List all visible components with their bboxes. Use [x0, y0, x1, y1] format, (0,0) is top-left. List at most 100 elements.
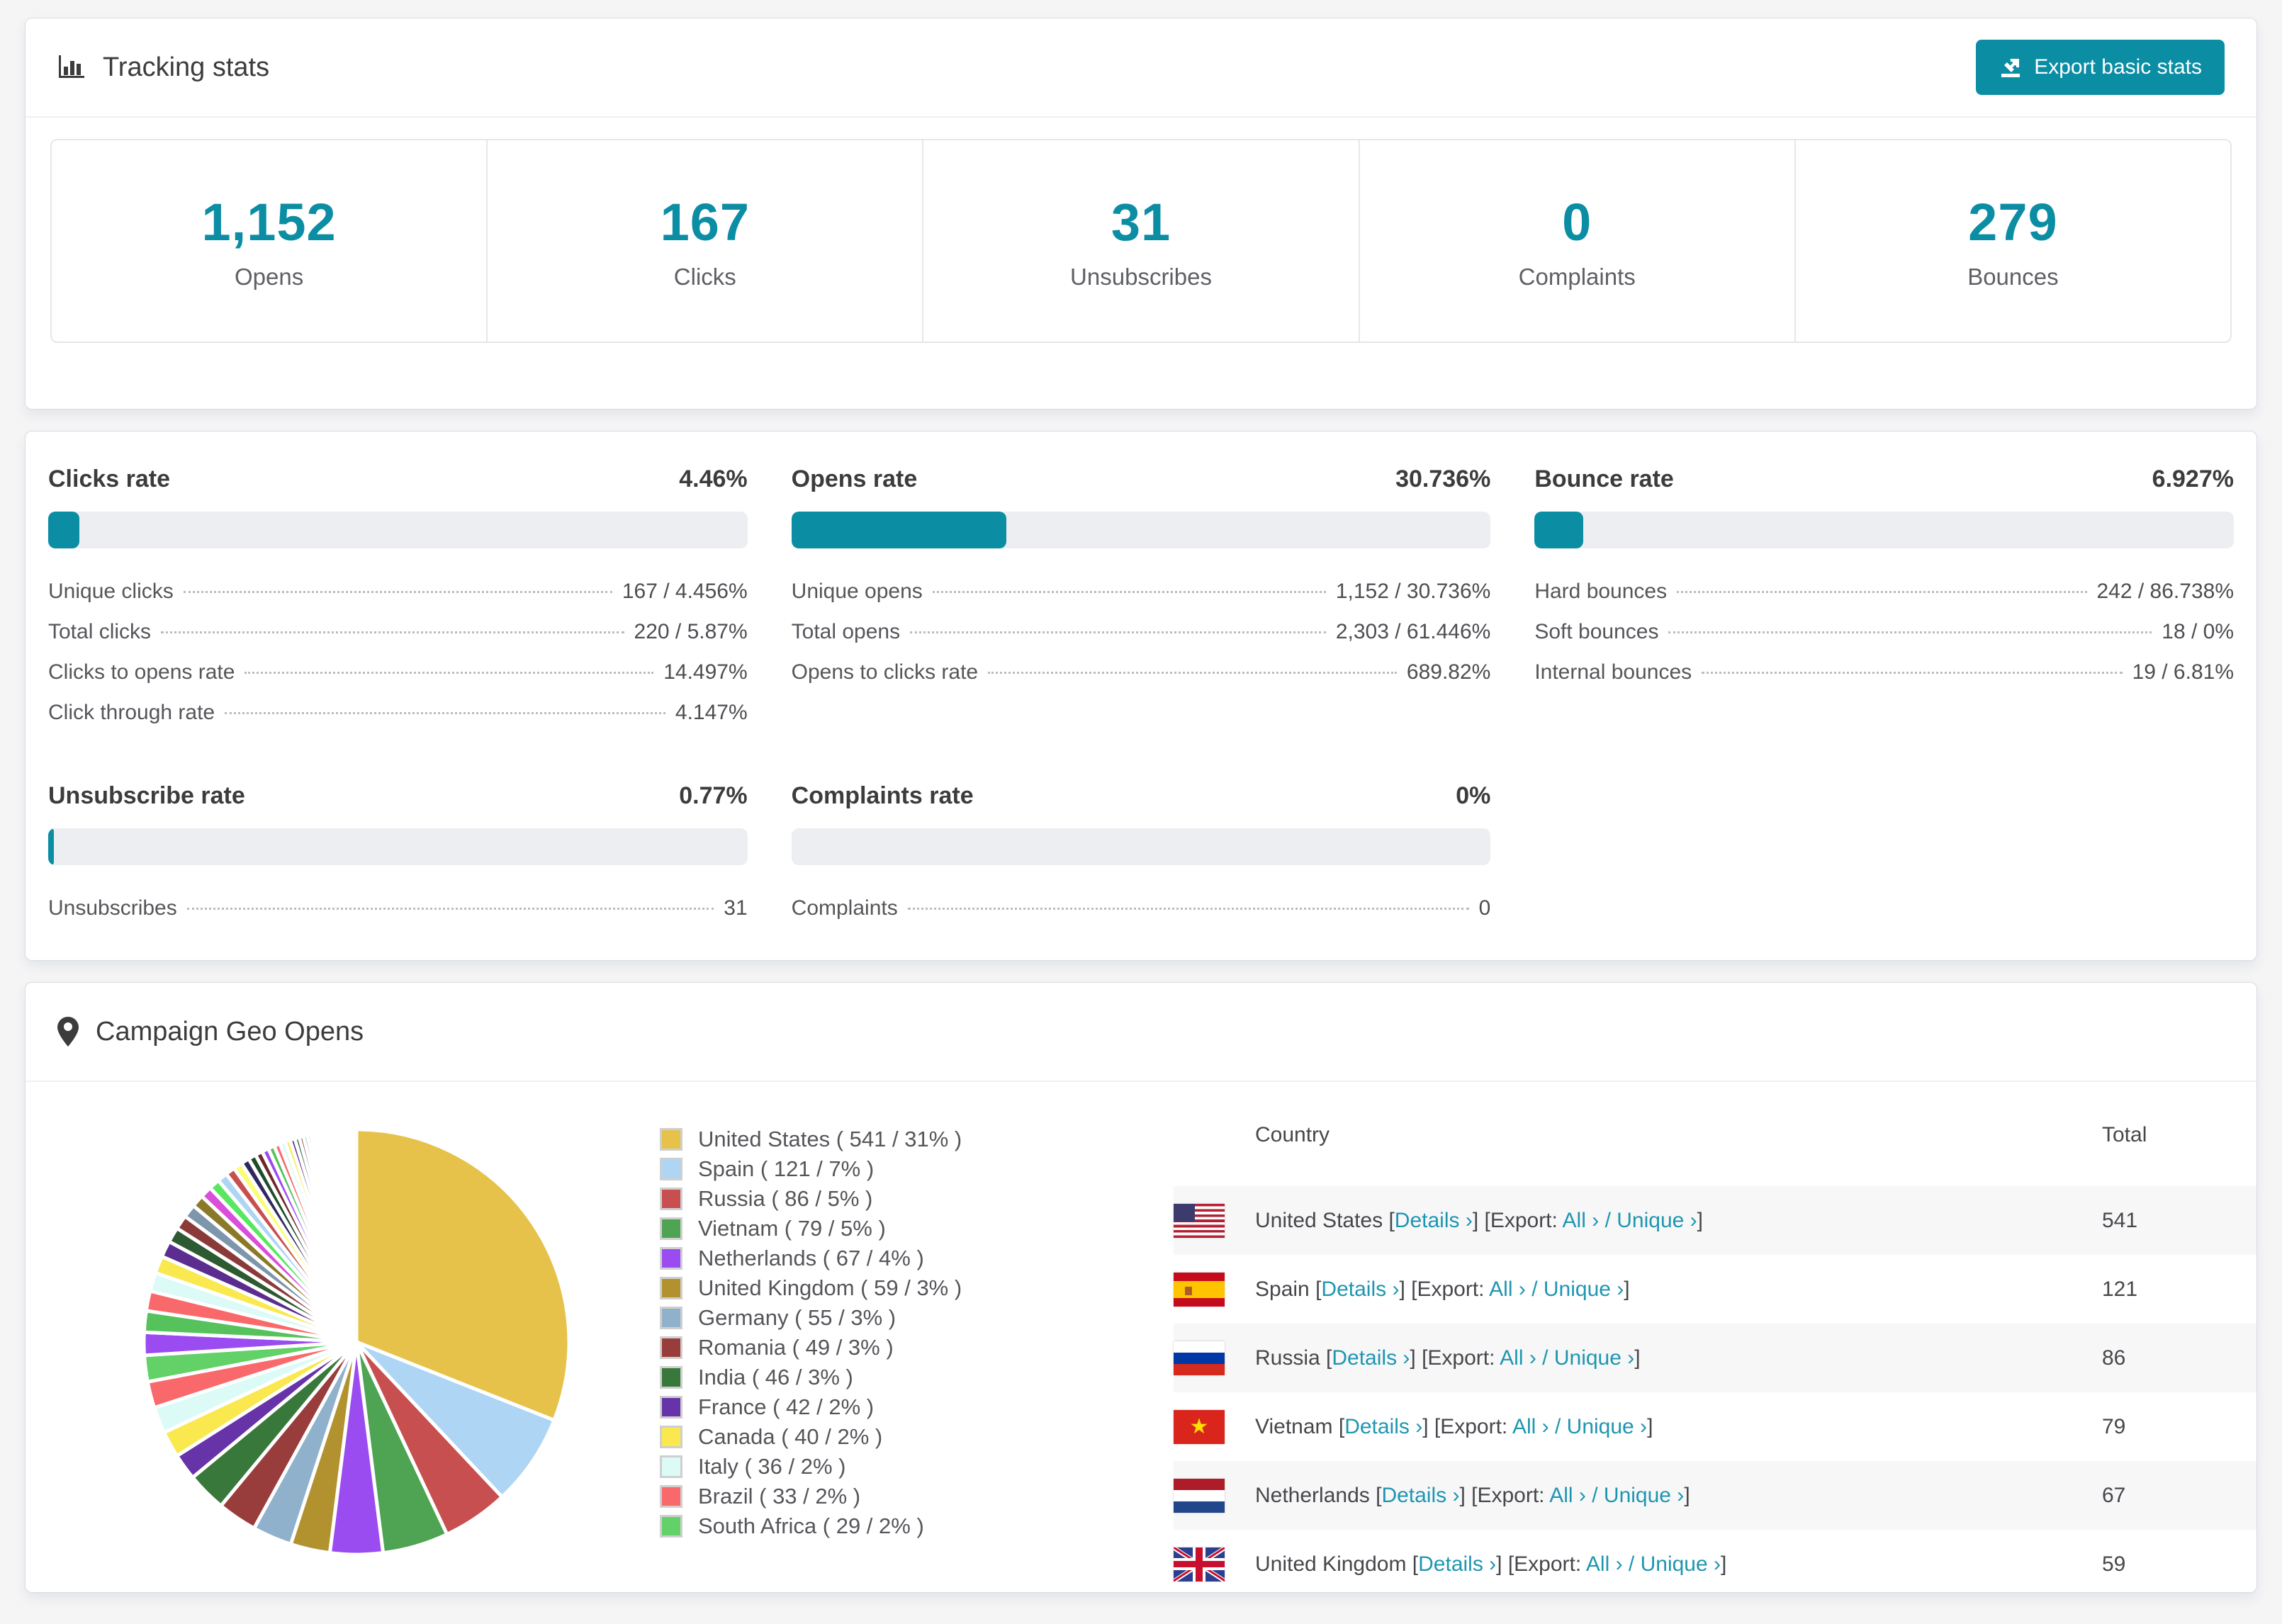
legend-swatch: [660, 1188, 682, 1210]
export-unique-link[interactable]: Unique ›: [1544, 1278, 1624, 1301]
geo-table-row-united-states: United States [Details ›] [Export: All ›…: [1174, 1186, 2256, 1255]
export-unique-link[interactable]: Unique ›: [1567, 1415, 1647, 1438]
legend-item[interactable]: United States ( 541 / 31% ): [660, 1124, 962, 1154]
stat-value: 31: [1111, 192, 1171, 252]
legend-label: Russia ( 86 / 5% ): [698, 1186, 873, 1211]
details-link[interactable]: Details ›: [1418, 1552, 1496, 1576]
stat-box-bounces: 279 Bounces: [1796, 140, 2230, 342]
legend-item[interactable]: Spain ( 121 / 7% ): [660, 1154, 962, 1184]
rate-title: Complaints rate: [791, 782, 974, 809]
dotted-leader: [988, 672, 1397, 674]
stat-box-unsubscribes: 31 Unsubscribes: [923, 140, 1360, 342]
export-unique-link[interactable]: Unique ›: [1641, 1552, 1721, 1576]
rate-block-unsubscribe-rate: Unsubscribe rate 0.77% Unsubscribes 31: [48, 782, 748, 937]
legend-item[interactable]: France ( 42 / 2% ): [660, 1392, 962, 1422]
export-unique-link[interactable]: Unique ›: [1554, 1346, 1634, 1370]
stat-label: Opens: [234, 263, 304, 290]
tracking-stats-title: Tracking stats: [57, 52, 269, 83]
rate-detail-label: Total clicks: [48, 620, 152, 643]
stat-value: 1,152: [201, 192, 337, 252]
stat-label: Bounces: [1967, 263, 2059, 290]
rate-progress-track: [791, 512, 1491, 548]
country-cell: Netherlands [Details ›] [Export: All › /…: [1255, 1483, 1690, 1507]
legend-item[interactable]: Vietnam ( 79 / 5% ): [660, 1214, 962, 1244]
details-link[interactable]: Details ›: [1395, 1209, 1473, 1232]
dotted-leader: [910, 631, 1326, 633]
stat-box-opens: 1,152 Opens: [52, 140, 488, 342]
rates-card: Clicks rate 4.46% Unique clicks 167 / 4.456…: [25, 431, 2257, 961]
geo-table-row-russia: Russia [Details ›] [Export: All › / Uniq…: [1174, 1324, 2256, 1392]
total-cell: 59: [2102, 1552, 2126, 1576]
details-link[interactable]: Details ›: [1332, 1346, 1410, 1370]
export-icon: [2001, 59, 2020, 77]
details-link[interactable]: Details ›: [1321, 1278, 1399, 1301]
legend-label: Canada ( 40 / 2% ): [698, 1424, 883, 1449]
rate-value: 0.77%: [679, 782, 748, 809]
rate-detail-value: 242 / 86.738%: [2096, 580, 2235, 603]
dotted-leader: [244, 672, 654, 674]
details-link[interactable]: Details ›: [1381, 1484, 1459, 1507]
dotted-leader: [183, 591, 612, 593]
legend-swatch: [660, 1247, 682, 1270]
export-basic-stats-button[interactable]: Export basic stats: [1976, 40, 2225, 95]
details-link[interactable]: Details ›: [1344, 1415, 1422, 1438]
country-cell: Vietnam [Details ›] [Export: All › / Uni…: [1255, 1414, 1653, 1438]
legend-swatch: [660, 1455, 682, 1478]
geo-title-wrap: Campaign Geo Opens: [57, 1017, 364, 1047]
legend-item[interactable]: Germany ( 55 / 3% ): [660, 1303, 962, 1333]
export-all-link[interactable]: All ›: [1563, 1209, 1600, 1232]
rate-title: Opens rate: [791, 466, 918, 492]
rate-progress-fill: [48, 512, 79, 548]
export-unique-link[interactable]: Unique ›: [1604, 1484, 1684, 1507]
geo-table: Country Total United States [Details ›] …: [1174, 1083, 2256, 1592]
export-all-link[interactable]: All ›: [1489, 1278, 1526, 1301]
legend-item[interactable]: United Kingdom ( 59 / 3% ): [660, 1273, 962, 1303]
legend-label: South Africa ( 29 / 2% ): [698, 1513, 924, 1538]
export-unique-link[interactable]: Unique ›: [1617, 1209, 1697, 1232]
rate-detail-row: Hard bounces 242 / 86.738%: [1534, 580, 2234, 620]
dotted-leader: [932, 591, 1326, 593]
rate-detail-label: Total opens: [791, 620, 901, 643]
legend-item[interactable]: South Africa ( 29 / 2% ): [660, 1511, 962, 1541]
geo-table-body: United States [Details ›] [Export: All ›…: [1174, 1186, 2256, 1592]
campaign-geo-opens-card: Campaign Geo Opens United States ( 541 /…: [25, 982, 2257, 1593]
export-all-link[interactable]: All ›: [1512, 1415, 1549, 1438]
rate-block-clicks-rate: Clicks rate 4.46% Unique clicks 167 / 4.456…: [48, 466, 748, 741]
legend-item[interactable]: Brazil ( 33 / 2% ): [660, 1482, 962, 1511]
rate-value: 0%: [1456, 782, 1491, 809]
stat-label: Unsubscribes: [1070, 263, 1212, 290]
legend-label: United Kingdom ( 59 / 3% ): [698, 1275, 962, 1300]
legend-swatch: [660, 1485, 682, 1508]
geo-pie-chart[interactable]: [137, 1122, 576, 1562]
legend-item[interactable]: India ( 46 / 3% ): [660, 1363, 962, 1392]
legend-label: Romania ( 49 / 3% ): [698, 1335, 894, 1360]
rate-progress-track: [791, 828, 1491, 865]
legend-item[interactable]: Italy ( 36 / 2% ): [660, 1452, 962, 1482]
stat-box-clicks: 167 Clicks: [488, 140, 924, 342]
export-all-link[interactable]: All ›: [1586, 1552, 1623, 1576]
rate-detail-row: Unique opens 1,152 / 30.736%: [792, 580, 1491, 620]
tracking-stats-card: Tracking stats Export basic stats 1,152 O…: [25, 18, 2257, 410]
legend-item[interactable]: Canada ( 40 / 2% ): [660, 1422, 962, 1452]
rate-detail-row: Opens to clicks rate 689.82%: [792, 660, 1491, 701]
rate-detail-row: Clicks to opens rate 14.497%: [48, 660, 748, 701]
es-flag-icon: [1174, 1272, 1225, 1307]
export-all-link[interactable]: All ›: [1500, 1346, 1536, 1370]
legend-swatch: [660, 1426, 682, 1448]
rate-detail-label: Internal bounces: [1534, 660, 1692, 684]
rate-detail-label: Soft bounces: [1534, 620, 1659, 643]
geo-table-row-vietnam: ★ Vietnam [Details ›] [Export: All › / Un…: [1174, 1392, 2256, 1461]
rate-detail-row: Total clicks 220 / 5.87%: [48, 620, 748, 660]
rate-block-opens-rate: Opens rate 30.736% Unique opens 1,152 / 30.…: [791, 466, 1491, 741]
stat-value: 279: [1968, 192, 2058, 252]
legend-item[interactable]: Netherlands ( 67 / 4% ): [660, 1244, 962, 1273]
rate-detail-value: 14.497%: [663, 660, 748, 684]
rate-detail-value: 167 / 4.456%: [622, 580, 748, 603]
legend-label: Netherlands ( 67 / 4% ): [698, 1246, 924, 1270]
rate-title: Clicks rate: [48, 466, 170, 492]
legend-item[interactable]: Romania ( 49 / 3% ): [660, 1333, 962, 1363]
legend-item[interactable]: Russia ( 86 / 5% ): [660, 1184, 962, 1214]
legend-swatch: [660, 1277, 682, 1299]
rate-detail-value: 0: [1478, 896, 1491, 920]
export-all-link[interactable]: All ›: [1549, 1484, 1586, 1507]
